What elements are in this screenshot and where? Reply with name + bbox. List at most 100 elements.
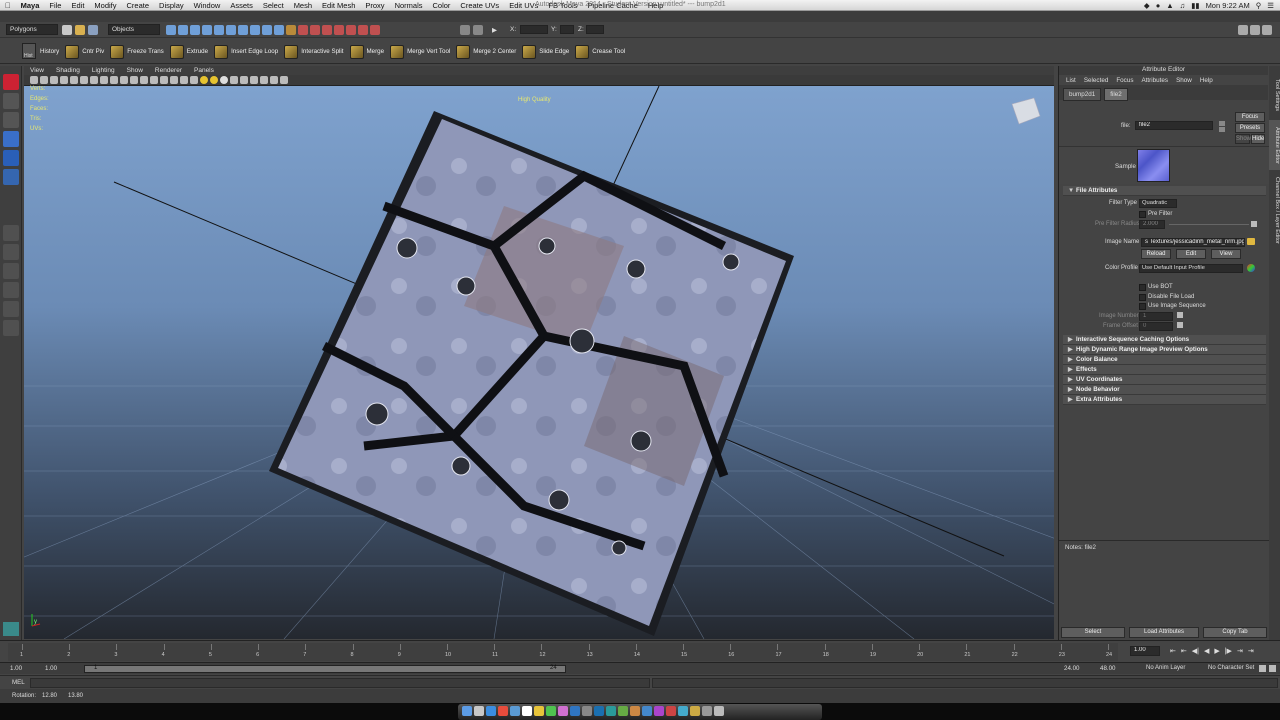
ipr-render-icon[interactable] bbox=[310, 25, 320, 35]
gate-mask-icon[interactable] bbox=[100, 76, 108, 84]
render-layer-icon[interactable] bbox=[358, 25, 368, 35]
menu-normals[interactable]: Normals bbox=[390, 1, 428, 10]
save-scene-icon[interactable] bbox=[88, 25, 98, 35]
section-node-behavior[interactable]: ▶ Node Behavior bbox=[1063, 385, 1266, 395]
shelf-extrude-button[interactable]: Extrude bbox=[169, 44, 208, 59]
play-forward-icon[interactable]: ▶ bbox=[1214, 647, 1219, 655]
section-color-balance[interactable]: ▶ Color Balance bbox=[1063, 355, 1266, 365]
lock-icon[interactable] bbox=[286, 25, 296, 35]
wifi-icon[interactable]: ▲ bbox=[1166, 1, 1173, 10]
shelf-insert-edge-loop-button[interactable]: Insert Edge Loop bbox=[214, 44, 278, 59]
frame-offset-map-icon[interactable] bbox=[1177, 322, 1183, 328]
section-interactive-sequence-caching[interactable]: ▶ Interactive Sequence Caching Options bbox=[1063, 335, 1266, 345]
command-input[interactable] bbox=[30, 678, 650, 688]
hide-button[interactable]: Hide bbox=[1251, 134, 1265, 144]
paint-select-icon[interactable] bbox=[2, 112, 19, 128]
render-view-icon[interactable] bbox=[346, 25, 356, 35]
bookmark-icon[interactable] bbox=[50, 76, 58, 84]
use-all-lights-icon[interactable] bbox=[180, 76, 188, 84]
app-store-icon[interactable] bbox=[570, 706, 580, 716]
tab-bump2d1[interactable]: bump2d1 bbox=[1063, 88, 1102, 101]
field-chart-icon[interactable] bbox=[110, 76, 118, 84]
motion-blur-icon[interactable] bbox=[210, 76, 218, 84]
select-tool-icon[interactable] bbox=[2, 74, 19, 90]
notes-icon[interactable] bbox=[534, 706, 544, 716]
auto-key-icon[interactable] bbox=[1259, 665, 1266, 672]
viewport-menu-view[interactable]: View bbox=[24, 67, 50, 74]
image-plane-icon[interactable] bbox=[60, 76, 68, 84]
animation-prefs-icon[interactable] bbox=[1269, 665, 1276, 672]
construction-icon[interactable] bbox=[274, 25, 284, 35]
toggle-tool-settings-icon[interactable] bbox=[1250, 25, 1260, 35]
select-object-icon[interactable] bbox=[178, 25, 188, 35]
toggle-channel-box-icon[interactable] bbox=[1262, 25, 1272, 35]
maya-icon[interactable] bbox=[606, 706, 616, 716]
chrome-icon[interactable] bbox=[498, 706, 508, 716]
focus-button[interactable]: Focus bbox=[1235, 112, 1265, 122]
view-cube[interactable] bbox=[1011, 97, 1041, 125]
step-back-frame-icon[interactable]: ◀| bbox=[1192, 647, 1199, 655]
system-prefs-icon[interactable] bbox=[582, 706, 592, 716]
mel-label[interactable]: MEL bbox=[12, 679, 25, 686]
ae-menu-selected[interactable]: Selected bbox=[1080, 77, 1113, 84]
toggle-attr-editor-icon[interactable] bbox=[1238, 25, 1248, 35]
frame-offset-field[interactable]: 0 bbox=[1139, 322, 1173, 331]
safe-title-icon[interactable] bbox=[130, 76, 138, 84]
messages-icon[interactable] bbox=[546, 706, 556, 716]
ae-menu-show[interactable]: Show bbox=[1172, 77, 1196, 84]
playback-end-field[interactable]: 24.00 bbox=[1064, 665, 1079, 672]
character-set-dropdown[interactable]: No Character Set bbox=[1208, 665, 1254, 671]
safari-icon[interactable] bbox=[486, 706, 496, 716]
step-back-key-icon[interactable]: ⇤ bbox=[1181, 647, 1187, 655]
select-output-icon[interactable] bbox=[1219, 127, 1225, 132]
layout-side-icon[interactable] bbox=[2, 263, 19, 279]
ae-menu-list[interactable]: List bbox=[1062, 77, 1080, 84]
snap-grid-icon[interactable] bbox=[202, 25, 212, 35]
selection-mode-dropdown[interactable]: Objects bbox=[108, 24, 160, 35]
edit-button[interactable]: Edit bbox=[1176, 249, 1206, 259]
select-component-icon[interactable] bbox=[190, 25, 200, 35]
image-number-map-icon[interactable] bbox=[1177, 312, 1183, 318]
app-icon[interactable] bbox=[690, 706, 700, 716]
load-attributes-button[interactable]: Load Attributes bbox=[1129, 627, 1199, 638]
step-forward-key-icon[interactable]: ⇥ bbox=[1237, 647, 1243, 655]
camera-select-icon[interactable] bbox=[30, 76, 38, 84]
time-slider[interactable]: 1 2 3 4 5 6 7 8 9 10 11 12 13 14 15 16 17 18 19 20 21 22 23 24 … bbox=[0, 640, 1280, 662]
use-image-sequence-checkbox[interactable] bbox=[1139, 303, 1146, 310]
layout-single-icon[interactable] bbox=[2, 225, 19, 241]
wireframe-icon[interactable] bbox=[140, 76, 148, 84]
menu-maya[interactable]: Maya bbox=[16, 1, 45, 10]
textured-icon[interactable] bbox=[170, 76, 178, 84]
sample-swatch[interactable] bbox=[1137, 149, 1170, 182]
app-icon[interactable] bbox=[654, 706, 664, 716]
menu-display[interactable]: Display bbox=[154, 1, 189, 10]
go-to-end-icon[interactable]: ⇥ bbox=[1248, 647, 1254, 655]
play-backward-icon[interactable]: ◀ bbox=[1204, 647, 1209, 655]
finder-icon[interactable] bbox=[462, 706, 472, 716]
lasso-tool-icon[interactable] bbox=[2, 93, 19, 109]
batch-render-icon[interactable] bbox=[370, 25, 380, 35]
ae-menu-focus[interactable]: Focus bbox=[1112, 77, 1137, 84]
shelf-crease-tool-button[interactable]: Crease Tool bbox=[575, 44, 625, 59]
side-tab-tool-settings[interactable]: Tool Settings bbox=[1269, 72, 1280, 118]
use-bot-checkbox[interactable] bbox=[1139, 284, 1146, 291]
layout-hypershade-icon[interactable] bbox=[2, 320, 19, 336]
calendar-icon[interactable] bbox=[522, 706, 532, 716]
history-icon[interactable] bbox=[262, 25, 272, 35]
menu-proxy[interactable]: Proxy bbox=[360, 1, 389, 10]
rename-icon[interactable] bbox=[473, 25, 483, 35]
section-effects[interactable]: ▶ Effects bbox=[1063, 365, 1266, 375]
viewport-menu-shading[interactable]: Shading bbox=[50, 67, 86, 74]
viewport-menu-lighting[interactable]: Lighting bbox=[86, 67, 121, 74]
trash-icon[interactable] bbox=[714, 706, 724, 716]
ambient-occlusion-icon[interactable] bbox=[200, 76, 208, 84]
xray-icon[interactable] bbox=[250, 76, 258, 84]
playback-start-field[interactable]: 1.00 bbox=[45, 665, 57, 672]
open-scene-icon[interactable] bbox=[75, 25, 85, 35]
shelf-merge-vert-tool-button[interactable]: Merge Vert Tool bbox=[390, 44, 450, 59]
view-button[interactable]: View bbox=[1211, 249, 1241, 259]
resolution-gate-icon[interactable] bbox=[90, 76, 98, 84]
anim-layer-dropdown[interactable]: No Anim Layer bbox=[1146, 665, 1185, 671]
pre-filter-checkbox[interactable] bbox=[1139, 211, 1146, 218]
rotate-tool-icon[interactable] bbox=[2, 150, 19, 166]
